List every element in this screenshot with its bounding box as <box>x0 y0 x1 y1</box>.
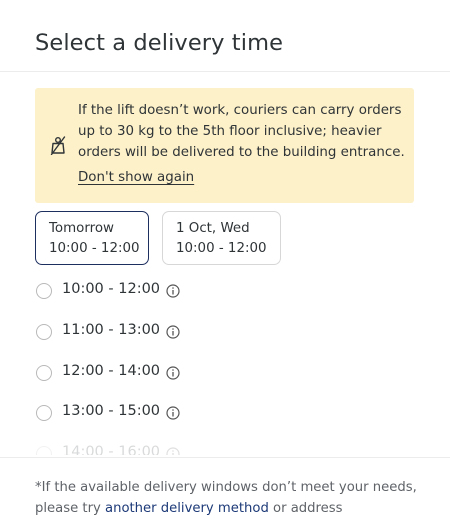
footer-note: *If the available delivery windows don’t… <box>35 477 425 519</box>
info-icon[interactable] <box>166 284 180 298</box>
info-icon[interactable] <box>166 406 180 420</box>
date-tab-1-oct[interactable]: 1 Oct, Wed 10:00 - 12:00 <box>162 211 281 265</box>
footer: *If the available delivery windows don’t… <box>0 457 450 528</box>
radio-button[interactable] <box>36 365 52 381</box>
date-tab-day: Tomorrow <box>49 221 114 236</box>
info-icon[interactable] <box>166 366 180 380</box>
notice-text: If the lift doesn’t work, couriers can c… <box>78 103 405 160</box>
date-tab-time: 10:00 - 12:00 <box>49 241 140 256</box>
date-tab-tomorrow[interactable]: Tomorrow 10:00 - 12:00 <box>35 211 149 265</box>
radio-button[interactable] <box>36 446 52 455</box>
footer-text-after: or address <box>268 501 343 516</box>
radio-button[interactable] <box>36 324 52 340</box>
date-tab-time: 10:00 - 12:00 <box>176 241 267 256</box>
dont-show-again-link[interactable]: Don't show again <box>78 170 194 185</box>
another-delivery-method-link[interactable]: another delivery method <box>105 501 269 516</box>
time-slot-label: 11:00 - 13:00 <box>62 322 161 338</box>
page-title: Select a delivery time <box>35 30 284 56</box>
time-slot-label: 14:00 - 16:00 <box>62 444 161 455</box>
info-icon[interactable] <box>166 447 180 455</box>
header: Select a delivery time <box>0 0 450 72</box>
date-tab-day: 1 Oct, Wed <box>176 221 250 236</box>
lift-notice: If the lift doesn’t work, couriers can c… <box>35 88 414 203</box>
radio-button[interactable] <box>36 405 52 421</box>
radio-button[interactable] <box>36 283 52 299</box>
weight-off-icon <box>50 136 66 155</box>
time-slot-label: 12:00 - 14:00 <box>62 363 161 379</box>
time-slot-list[interactable]: 10:00 - 12:00 11:00 - 13:00 12:00 - 14:0… <box>35 280 435 455</box>
time-slot-label: 13:00 - 15:00 <box>62 403 161 419</box>
info-icon[interactable] <box>166 325 180 339</box>
time-slot-label: 10:00 - 12:00 <box>62 281 161 297</box>
